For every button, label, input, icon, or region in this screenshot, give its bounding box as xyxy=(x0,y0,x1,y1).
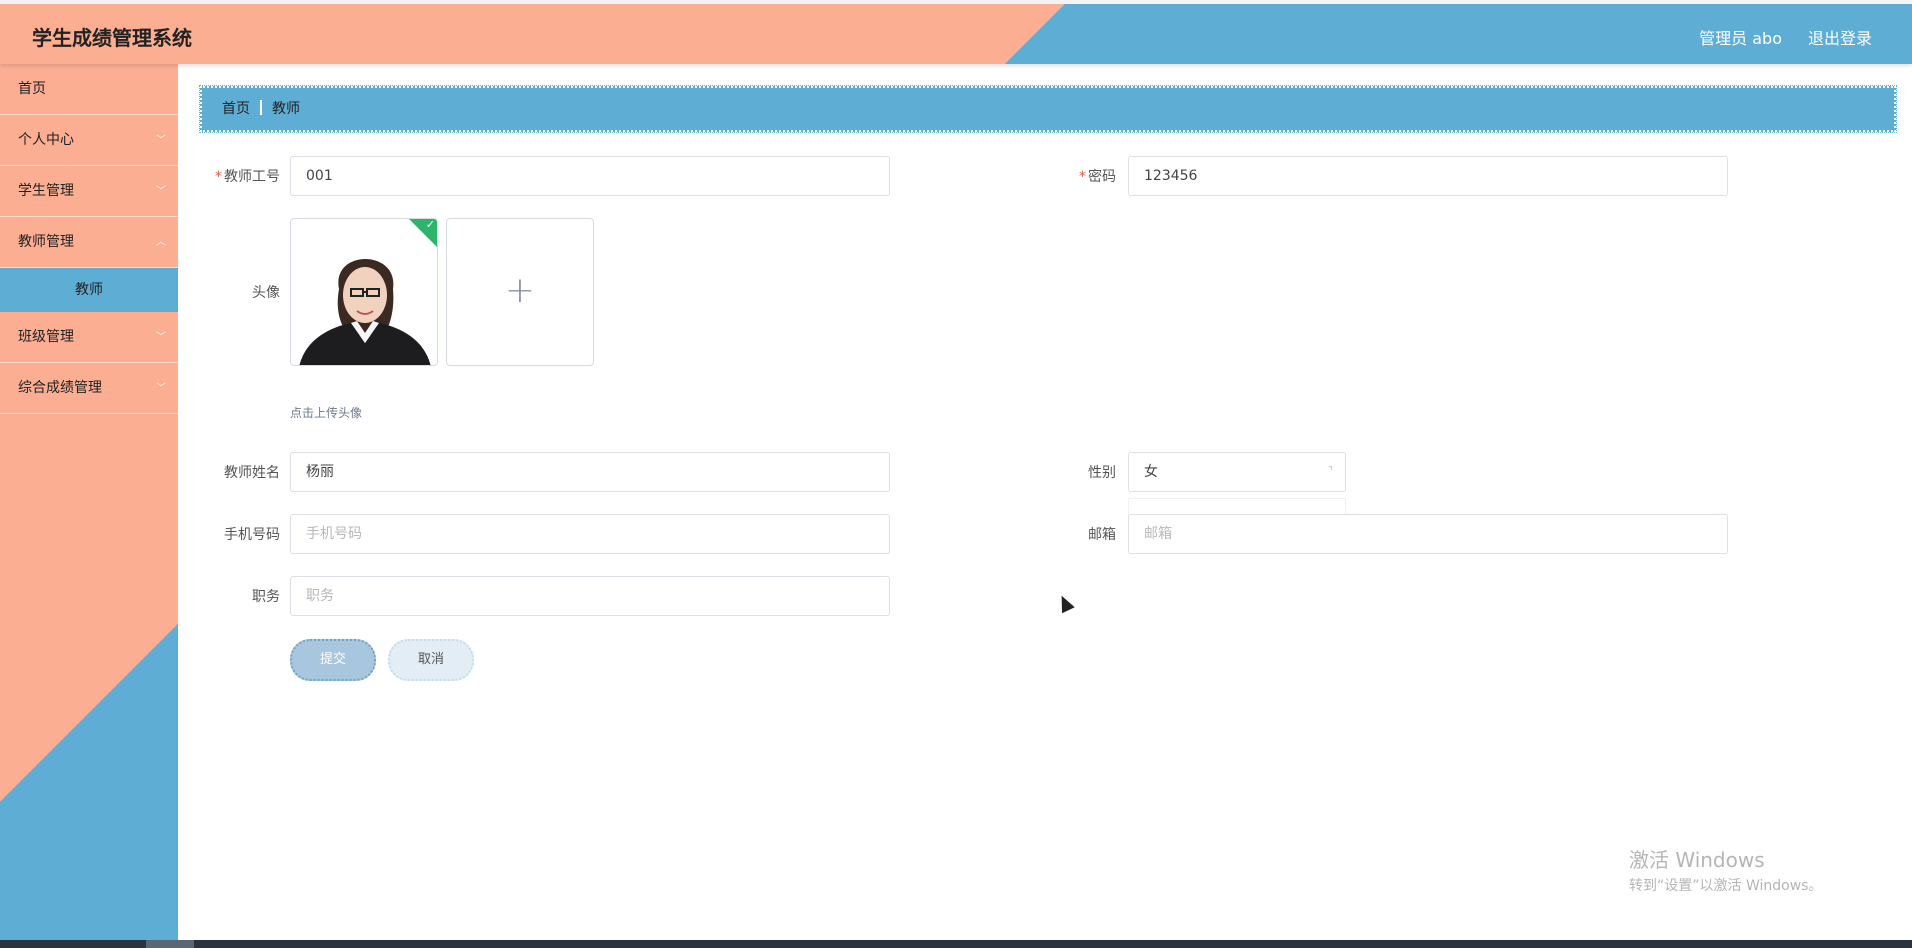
password-label: * 密码 xyxy=(1079,169,1116,185)
position-label: 职务 xyxy=(252,589,280,605)
sidebar-item-classes[interactable]: 班级管理 ﹀ xyxy=(0,312,178,363)
top-header: 学生成绩管理系统 管理员 abo 退出登录 xyxy=(0,0,1912,64)
chevron-down-icon: ﹀ xyxy=(156,135,166,146)
breadcrumb-current: 教师 xyxy=(272,101,300,117)
plus-icon: + xyxy=(504,270,536,311)
submit-button[interactable]: 提交 xyxy=(290,639,376,681)
sidebar-item-label: 学生管理 xyxy=(18,183,74,199)
chevron-down-icon: ﹀ xyxy=(156,383,166,394)
required-asterisk: * xyxy=(215,169,222,185)
sidebar-item-label: 教师管理 xyxy=(18,234,74,250)
chevron-down-icon: ﹀ xyxy=(156,332,166,343)
teacher-id-label: * 教师工号 xyxy=(215,169,280,185)
teacher-name-input[interactable]: 杨丽 xyxy=(290,452,890,492)
email-label: 邮箱 xyxy=(1088,527,1116,543)
chevron-down-icon: ﹀ xyxy=(156,186,166,197)
sidebar-item-teacher-management[interactable]: 教师管理 ︿ xyxy=(0,217,178,268)
sidebar-item-students[interactable]: 学生管理 ﹀ xyxy=(0,166,178,217)
email-input[interactable]: 邮箱 xyxy=(1128,514,1728,554)
phone-input[interactable]: 手机号码 xyxy=(290,514,890,554)
admin-user-label: 管理员 abo xyxy=(1699,29,1782,48)
chevron-down-icon: ⌝ xyxy=(1328,466,1333,477)
app-title: 学生成绩管理系统 xyxy=(32,26,192,50)
breadcrumb-home[interactable]: 首页 xyxy=(222,101,250,117)
sidebar-item-label: 教师 xyxy=(75,282,103,298)
logout-link[interactable]: 退出登录 xyxy=(1808,25,1872,49)
watermark-line2: 转到“设置”以激活 Windows。 xyxy=(1629,878,1823,894)
sidebar: 首页 个人中心 ﹀ 学生管理 ﹀ 教师管理 ︿ 教师 班级管理 ﹀ 综合成绩管理… xyxy=(0,64,178,940)
sidebar-item-label: 班级管理 xyxy=(18,329,74,345)
gender-selected-value: 女 xyxy=(1144,464,1158,480)
sidebar-item-grades[interactable]: 综合成绩管理 ﹀ xyxy=(0,363,178,414)
position-input[interactable]: 职务 xyxy=(290,576,890,616)
teacher-id-input[interactable]: 001 xyxy=(290,156,890,196)
avatar-preview[interactable]: ✓ xyxy=(290,218,438,366)
password-input[interactable]: 123456 xyxy=(1128,156,1728,196)
required-asterisk: * xyxy=(1079,169,1086,185)
sidebar-subitem-teacher[interactable]: 教师 xyxy=(0,268,178,312)
sidebar-item-label: 综合成绩管理 xyxy=(18,380,102,396)
avatar-label: 头像 xyxy=(252,285,280,301)
avatar-upload-tip: 点击上传头像 xyxy=(290,406,363,420)
teacher-name-label: 教师姓名 xyxy=(224,465,280,481)
cancel-button[interactable]: 取消 xyxy=(388,639,474,681)
windows-activation-watermark: 激活 Windows 转到“设置”以激活 Windows。 xyxy=(1629,844,1822,895)
check-icon: ✓ xyxy=(425,218,435,231)
sidebar-item-label: 个人中心 xyxy=(18,132,74,148)
os-taskbar xyxy=(0,940,1912,948)
gender-select[interactable]: 女 ⌝ xyxy=(1128,452,1346,492)
watermark-line1: 激活 Windows xyxy=(1629,848,1765,872)
phone-label: 手机号码 xyxy=(224,527,280,543)
breadcrumb-separator xyxy=(260,100,262,115)
taskbar-app-slot[interactable] xyxy=(146,940,194,948)
avatar-upload-button[interactable]: + xyxy=(446,218,594,366)
mouse-cursor-icon xyxy=(1055,592,1075,614)
gender-label: 性别 xyxy=(1088,465,1116,481)
breadcrumb: 首页 教师 xyxy=(199,85,1897,133)
sidebar-item-profile[interactable]: 个人中心 ﹀ xyxy=(0,115,178,166)
chevron-up-icon: ︿ xyxy=(156,237,166,248)
sidebar-item-home[interactable]: 首页 xyxy=(0,64,178,115)
sidebar-item-label: 首页 xyxy=(18,81,46,97)
